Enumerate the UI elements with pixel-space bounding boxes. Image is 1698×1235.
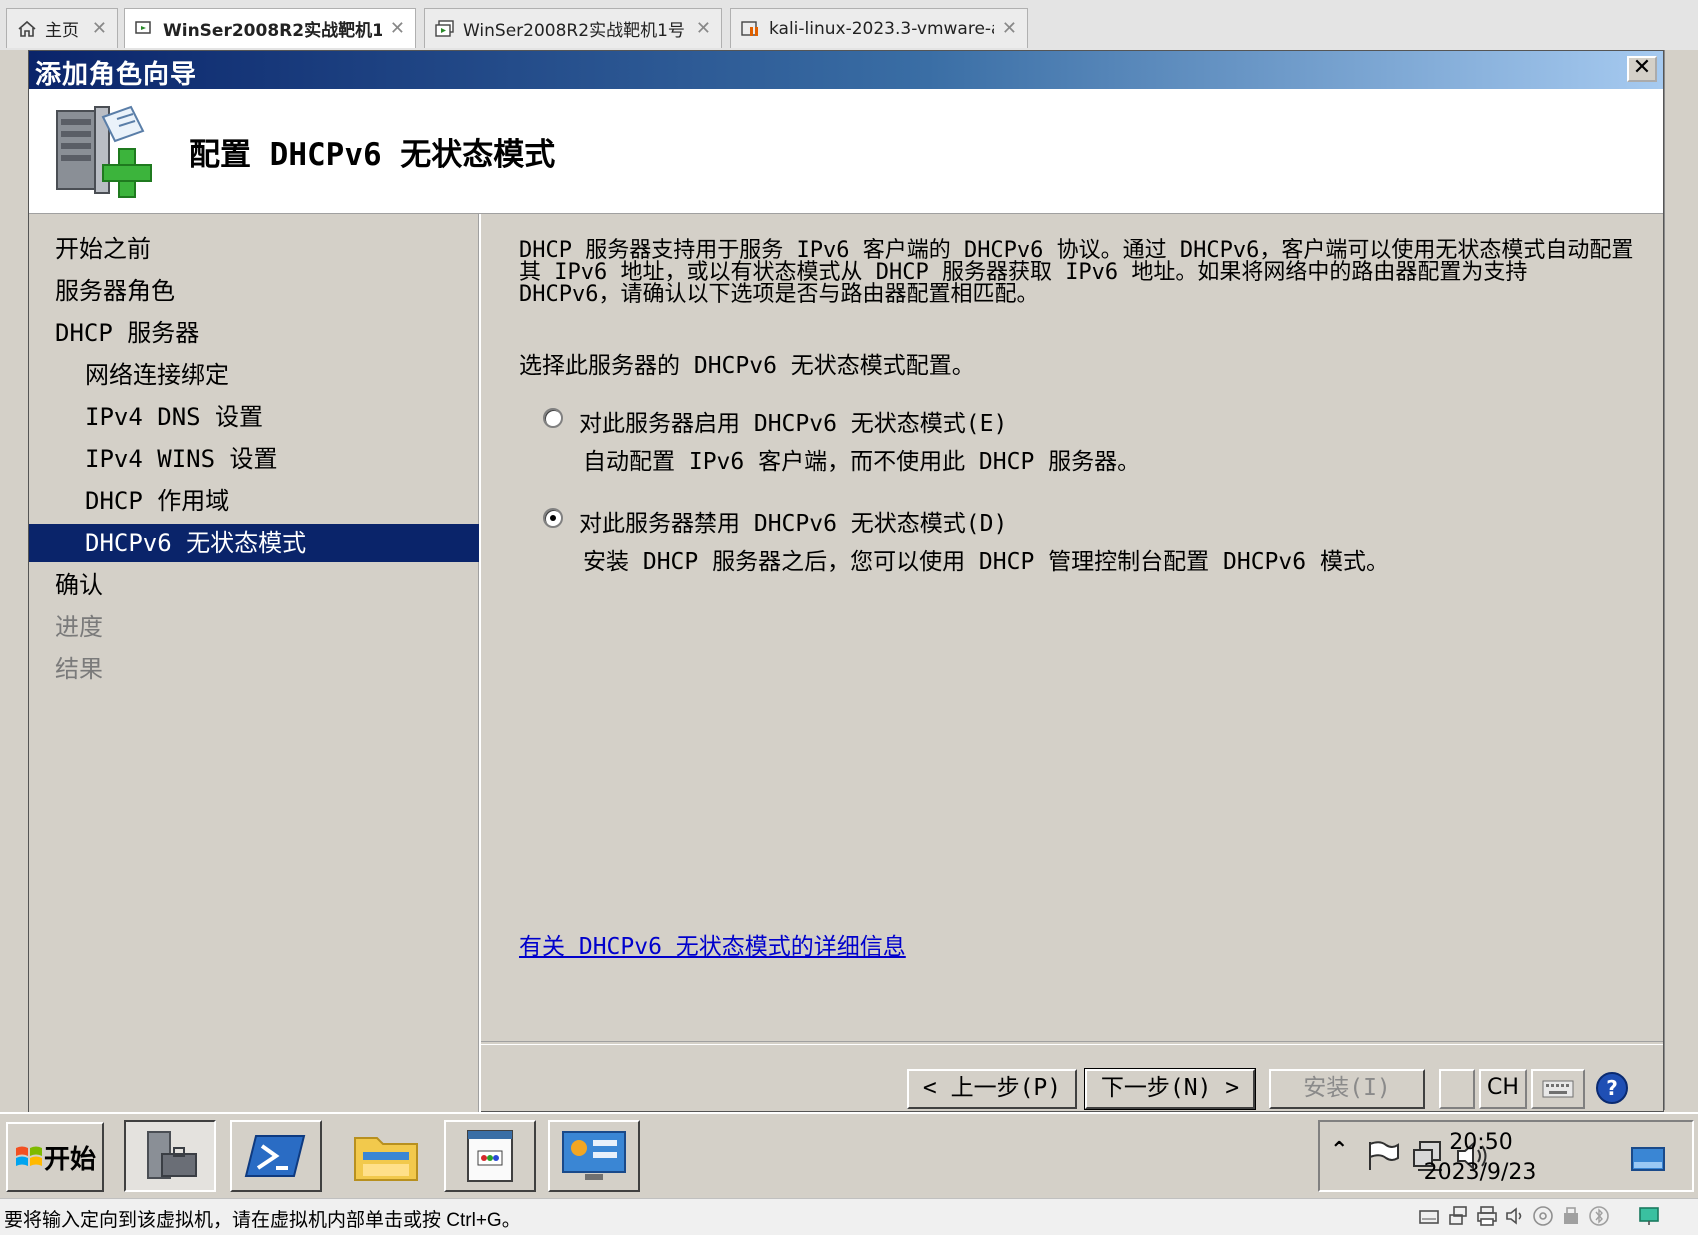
printer-icon[interactable] — [1476, 1205, 1498, 1227]
input-mode-box[interactable] — [1439, 1069, 1475, 1109]
nav-step-network-bindings[interactable]: 网络连接绑定 — [29, 356, 479, 394]
app-window-taskbar-button[interactable] — [444, 1120, 536, 1192]
disable-stateless-label[interactable]: 对此服务器禁用 DHCPv6 无状态模式(D) — [579, 504, 1007, 538]
background-window-scrollbar — [1664, 50, 1698, 1110]
nav-step-dhcp-scopes[interactable]: DHCP 作用域 — [29, 482, 479, 520]
application-window-icon — [467, 1130, 513, 1182]
close-button[interactable]: ✕ — [1627, 56, 1657, 82]
show-hidden-icons-chevron[interactable]: ⌃ — [1330, 1138, 1348, 1163]
server-add-role-icon — [56, 105, 152, 198]
tab-home[interactable]: 主页 ✕ — [6, 8, 118, 48]
tab-label: 主页 — [45, 21, 79, 41]
nav-step-ipv4-dns[interactable]: IPv4 DNS 设置 — [29, 398, 479, 436]
help-icon[interactable]: ? — [1589, 1069, 1635, 1109]
disable-stateless-description: 安装 DHCP 服务器之后，您可以使用 DHCP 管理控制台配置 DHCPv6 … — [583, 549, 1389, 575]
wizard-content: DHCP 服务器支持用于服务 IPv6 客户端的 DHCPv6 协议。通过 DH… — [481, 214, 1663, 1014]
vm-icon — [135, 20, 151, 34]
svg-text:?: ? — [1606, 1076, 1618, 1100]
wizard-header: 配置 DHCPv6 无状态模式 — [29, 89, 1663, 214]
vm-paused-icon — [741, 20, 758, 36]
close-icon[interactable]: ✕ — [1002, 18, 1017, 39]
network-manager-taskbar-button[interactable] — [548, 1120, 640, 1192]
tab-label: kali-linux-2023.3-vmware-am... — [769, 18, 994, 39]
description-text: DHCP 服务器支持用于服务 IPv6 客户端的 DHCPv6 协议。通过 DH… — [519, 238, 1634, 307]
language-indicator[interactable]: CH — [1479, 1069, 1527, 1109]
explorer-taskbar-button[interactable] — [340, 1120, 432, 1192]
vm-clone-icon — [435, 19, 454, 37]
status-message: 要将输入定向到该虚拟机，请在虚拟机内部单击或按 Ctrl+G。 — [4, 1210, 521, 1231]
window-title: 添加角色向导 — [35, 60, 198, 90]
cd-dvd-icon[interactable] — [1532, 1205, 1554, 1227]
background-window-edge — [0, 50, 29, 1110]
powershell-taskbar-button[interactable] — [230, 1120, 322, 1192]
sound-card-icon[interactable] — [1504, 1205, 1526, 1227]
network-console-icon — [562, 1131, 626, 1180]
add-roles-wizard-window: 添加角色向导 ✕ 配置 DHCPv6 无状态模式 开始之前 服务器角色 DHCP… — [28, 50, 1664, 1112]
disable-stateless-radio[interactable] — [543, 508, 563, 528]
keyboard-icon[interactable] — [1531, 1069, 1585, 1109]
tab-kali[interactable]: kali-linux-2023.3-vmware-am... ✕ — [730, 8, 1028, 48]
install-button: 安装(I) — [1269, 1069, 1425, 1109]
folder-icon — [354, 1137, 418, 1181]
guest-taskbar: 开始 ⌃ 20:50 2023/9/23 — [0, 1112, 1698, 1198]
show-desktop-icon[interactable] — [1630, 1146, 1666, 1174]
display-icon[interactable] — [1638, 1205, 1660, 1227]
enable-stateless-description: 自动配置 IPv6 客户端，而不使用此 DHCP 服务器。 — [583, 449, 1141, 475]
vmware-tab-bar: 主页 ✕ WinSer2008R2实战靶机1号 ✕ WinSer2008R2实战… — [0, 0, 1698, 51]
close-icon[interactable]: ✕ — [92, 18, 107, 39]
nav-step-results: 结果 — [55, 655, 103, 683]
tab-label: WinSer2008R2实战靶机1号 — [163, 21, 382, 41]
nav-step-dhcp-server[interactable]: DHCP 服务器 — [29, 314, 479, 352]
close-icon[interactable]: ✕ — [390, 18, 405, 39]
nav-step-confirmation[interactable]: 确认 — [29, 566, 479, 604]
network-adapter-icon[interactable] — [1448, 1205, 1470, 1227]
selection-prompt: 选择此服务器的 DHCPv6 无状态模式配置。 — [519, 353, 975, 379]
close-icon: ✕ — [1632, 55, 1652, 80]
next-button[interactable]: 下一步(N) > — [1084, 1068, 1256, 1110]
server-manager-icon — [147, 1131, 197, 1179]
page-title: 配置 DHCPv6 无状态模式 — [189, 137, 556, 173]
server-manager-taskbar-button[interactable] — [124, 1120, 216, 1192]
tab-winser-clone[interactable]: WinSer2008R2实战靶机1号 的... ✕ — [424, 8, 722, 48]
tab-label: WinSer2008R2实战靶机1号 的... — [463, 21, 688, 41]
wizard-step-nav: 开始之前 服务器角色 DHCP 服务器 网络连接绑定 IPv4 DNS 设置 I… — [29, 214, 481, 1112]
nav-step-server-roles[interactable]: 服务器角色 — [29, 272, 479, 310]
clock-date[interactable]: 2023/9/23 — [1412, 1160, 1548, 1185]
hard-disk-icon[interactable] — [1418, 1205, 1440, 1227]
wizard-titlebar[interactable]: 添加角色向导 ✕ — [29, 51, 1663, 90]
nav-step-dhcpv6-stateless[interactable]: DHCPv6 无状态模式 — [29, 524, 479, 562]
powershell-icon — [244, 1135, 306, 1177]
home-icon — [18, 20, 36, 37]
more-info-link[interactable]: 有关 DHCPv6 无状态模式的详细信息 — [519, 927, 906, 961]
nav-step-ipv4-wins[interactable]: IPv4 WINS 设置 — [29, 440, 479, 478]
close-icon[interactable]: ✕ — [696, 18, 711, 39]
guest-screen[interactable]: 添加角色向导 ✕ 配置 DHCPv6 无状态模式 开始之前 服务器角色 DHCP… — [0, 50, 1698, 1198]
vmware-status-bar: 要将输入定向到该虚拟机，请在虚拟机内部单击或按 Ctrl+G。 — [0, 1198, 1698, 1235]
enable-stateless-label[interactable]: 对此服务器启用 DHCPv6 无状态模式(E) — [579, 404, 1007, 438]
nav-step-before-you-begin[interactable]: 开始之前 — [29, 230, 479, 268]
action-center-flag-icon[interactable] — [1366, 1140, 1400, 1172]
usb-device-icon[interactable] — [1560, 1205, 1582, 1227]
bluetooth-icon[interactable] — [1588, 1205, 1610, 1227]
tab-winser-1[interactable]: WinSer2008R2实战靶机1号 ✕ — [124, 8, 416, 48]
back-button[interactable]: < 上一步(P) — [907, 1069, 1077, 1109]
enable-stateless-radio[interactable] — [543, 408, 563, 428]
start-label: 开始 — [43, 1144, 96, 1175]
windows-logo-icon — [15, 1146, 42, 1166]
start-button[interactable]: 开始 — [6, 1122, 104, 1192]
nav-step-progress: 进度 — [55, 613, 103, 641]
footer-divider — [481, 1041, 1663, 1045]
clock-time[interactable]: 20:50 — [1426, 1130, 1536, 1155]
